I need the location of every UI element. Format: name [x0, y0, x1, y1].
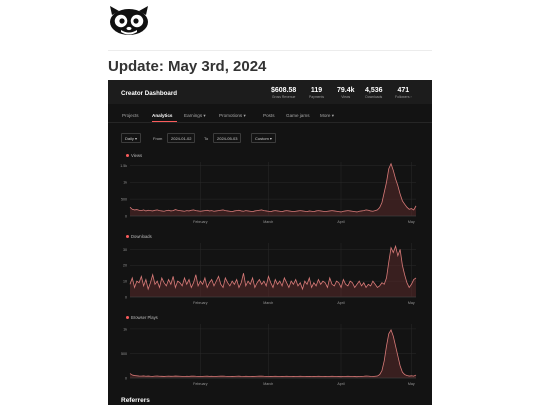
tab-game-jams[interactable]: Game jams	[286, 113, 310, 118]
stat-label: Downloads	[365, 95, 383, 99]
header-divider	[108, 50, 432, 51]
x-tick-label: February	[193, 301, 208, 305]
y-tick-label: 0	[125, 295, 127, 299]
stat-label: Followers ›	[395, 95, 412, 99]
stat-value: 79.4k	[337, 87, 355, 94]
tab-promotions[interactable]: Promotions ▾	[219, 113, 246, 119]
x-tick-label: February	[193, 220, 208, 224]
to-label: To	[204, 136, 209, 141]
browser-plays-chart: 1k 500 0 February March April May	[121, 324, 417, 386]
downloads-chart: 30 20 10 0 February March April May	[123, 243, 417, 305]
x-tick-label: May	[408, 382, 415, 386]
x-tick-label: March	[263, 220, 273, 224]
series-area	[130, 163, 416, 216]
active-tab-indicator	[152, 121, 177, 122]
y-tick-label: 0	[125, 214, 127, 218]
y-tick-label: 10	[123, 280, 127, 284]
tab-more[interactable]: More ▾	[320, 113, 334, 119]
stat-value: $608.58	[271, 87, 297, 94]
browser-plays-series-dot	[126, 316, 129, 320]
y-tick-label: 1k	[123, 327, 127, 331]
views-chart: 1.5k 1k 500 0 February March April May	[120, 162, 417, 224]
x-tick-label: March	[263, 301, 273, 305]
stat-downloads: 4,536 Downloads	[365, 87, 383, 99]
stat-value: 4,536	[365, 87, 383, 94]
stat-gross-revenue: $608.58 Gross Revenue	[271, 87, 296, 99]
series-line	[129, 162, 417, 213]
range-select[interactable]: Custom ▾	[251, 133, 276, 143]
tab-analytics[interactable]: Analytics	[152, 113, 172, 118]
stat-value: 119	[310, 87, 323, 94]
series-area	[130, 246, 416, 297]
raccoon-logo-icon	[110, 6, 148, 35]
x-tick-label: May	[408, 301, 415, 305]
from-date-input[interactable]: 2024-01-02	[167, 133, 196, 143]
y-tick-label: 1k	[123, 181, 127, 185]
dashboard-screenshot: Creator Dashboard $608.58 Gross Revenue …	[108, 80, 432, 405]
stat-value: 471	[397, 87, 410, 94]
stat-label: Payments	[309, 95, 325, 99]
x-tick-label: April	[337, 220, 344, 224]
stat-label: Gross Revenue	[271, 95, 296, 99]
from-label: From	[153, 136, 163, 141]
y-tick-label: 0	[125, 376, 127, 380]
stat-label: Views	[341, 95, 351, 99]
tab-posts[interactable]: Posts	[263, 113, 275, 118]
downloads-series-dot	[126, 235, 129, 239]
referrers-heading: Referrers	[121, 397, 150, 404]
x-tick-label: April	[337, 382, 344, 386]
y-tick-label: 20	[123, 264, 127, 268]
stat-payments: 119 Payments	[309, 87, 324, 99]
tab-earnings[interactable]: Earnings ▾	[184, 113, 206, 119]
interval-select[interactable]: Daily ▾	[121, 133, 142, 143]
x-tick-label: April	[337, 301, 344, 305]
y-tick-label: 500	[121, 198, 127, 202]
stat-followers[interactable]: 471 Followers ›	[395, 87, 412, 99]
x-tick-label: March	[263, 382, 273, 386]
x-tick-label: May	[408, 220, 415, 224]
y-tick-label: 30	[123, 248, 127, 252]
tab-projects[interactable]: Projects	[122, 113, 139, 118]
series-area	[130, 329, 416, 378]
y-tick-label: 500	[121, 352, 127, 356]
to-date-input[interactable]: 2024-05-03	[213, 133, 242, 143]
dashboard-title: Creator Dashboard	[121, 90, 178, 97]
views-series-dot	[126, 154, 129, 158]
x-tick-label: February	[193, 382, 208, 386]
stat-views: 79.4k Views	[337, 87, 355, 99]
post-title: Update: May 3rd, 2024	[108, 58, 267, 75]
y-tick-label: 1.5k	[120, 164, 127, 168]
